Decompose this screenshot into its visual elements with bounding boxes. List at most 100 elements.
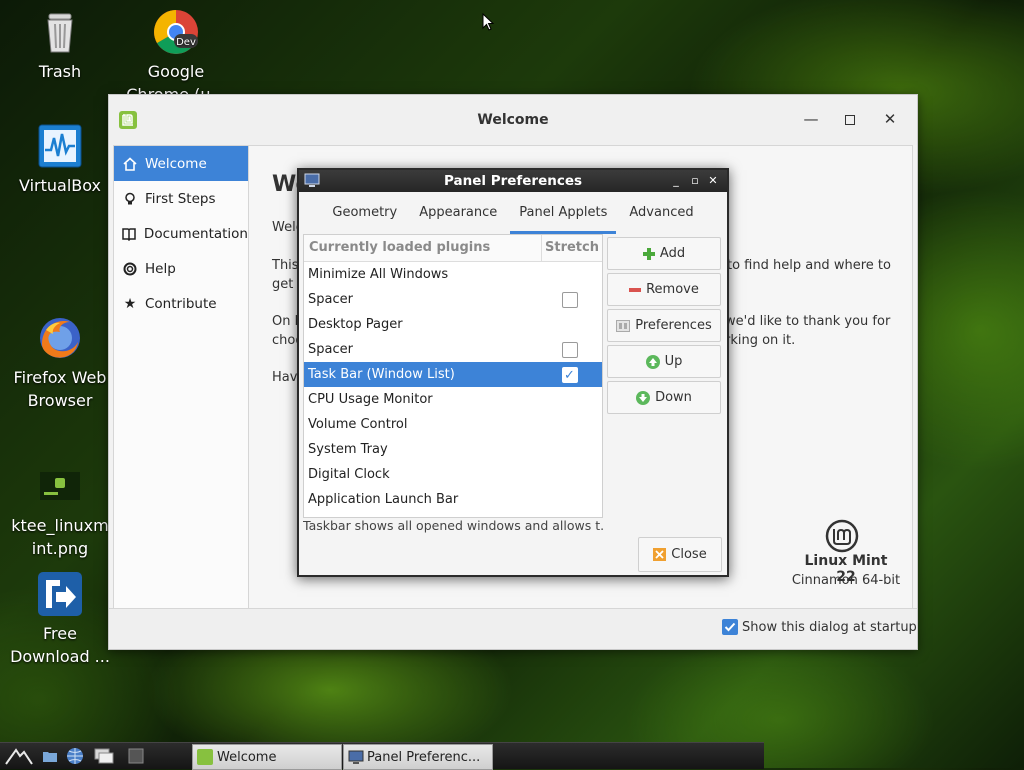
close-dialog-button[interactable]: Close: [638, 537, 722, 572]
lightbulb-icon: [122, 191, 138, 207]
plugin-name: Spacer: [308, 342, 353, 357]
plugins-list-header: Currently loaded plugins Stretch: [304, 235, 602, 262]
plugin-name: Digital Clock: [308, 467, 390, 482]
launcher-desktop[interactable]: [94, 747, 114, 769]
minimize-button[interactable]: —: [800, 108, 822, 130]
desktop-icon-label: Firefox Web Browser: [13, 368, 107, 410]
sidebar-item-label: First Steps: [145, 190, 216, 207]
taskbar-item-panel-preferences[interactable]: Panel Preferenc...: [343, 744, 493, 770]
stretch-checkbox[interactable]: [562, 342, 578, 358]
sidebar-item-contribute[interactable]: ★ Contribute: [114, 286, 248, 321]
remove-label: Remove: [646, 282, 699, 297]
taskbar-item-label: Welcome: [217, 749, 277, 765]
show-at-startup-checkbox[interactable]: Show this dialog at startup: [722, 619, 917, 635]
linux-mint-logo-icon: [824, 518, 860, 558]
tab-advanced[interactable]: Advanced: [618, 192, 704, 234]
lifebuoy-icon: [122, 261, 138, 277]
sidebar-item-documentation[interactable]: Documentation: [114, 216, 248, 251]
list-item[interactable]: System Tray: [304, 437, 602, 462]
welcome-paragraph: to find help and where to: [727, 258, 891, 273]
plugin-name: CPU Usage Monitor: [308, 392, 433, 407]
taskbar-item-welcome[interactable]: Welcome: [192, 744, 342, 770]
list-item[interactable]: Desktop Pager: [304, 312, 602, 337]
dialog-maximize-button[interactable]: ▫: [687, 172, 703, 190]
folder-icon: [43, 752, 57, 762]
welcome-paragraph: we'd like to thank you for: [725, 314, 891, 329]
mouse-pointer-icon: [482, 13, 494, 31]
checkbox-checked-icon: [722, 619, 738, 635]
list-item[interactable]: Minimize All Windows: [304, 262, 602, 287]
desktop-icon-trash[interactable]: Trash: [5, 8, 115, 83]
preferences-icon: [616, 319, 631, 332]
column-header-stretch[interactable]: Stretch: [542, 235, 602, 261]
tab-panel-applets[interactable]: Panel Applets: [508, 192, 618, 234]
desktop-icon-label: VirtualBox: [18, 176, 102, 195]
desktop-icon-chrome[interactable]: Dev Google Chrome (u...: [121, 8, 231, 96]
list-item[interactable]: Digital Clock: [304, 462, 602, 487]
launcher-folder[interactable]: [42, 748, 58, 768]
brand-edition: Cinnamon 64-bit: [791, 573, 901, 588]
desktop-icon-fdm[interactable]: Free Download ...: [5, 570, 115, 668]
launcher-browser[interactable]: [66, 747, 84, 769]
book-icon: [122, 226, 137, 242]
home-icon: [122, 156, 138, 172]
welcome-paragraph: This: [272, 258, 299, 273]
remove-icon: [629, 284, 642, 296]
window-title: Welcome: [477, 112, 549, 128]
plugin-name: Desktop Pager: [308, 317, 403, 332]
sidebar-item-label: Contribute: [145, 295, 217, 312]
up-button[interactable]: Up: [607, 345, 721, 378]
list-item[interactable]: Spacer: [304, 337, 602, 362]
down-button[interactable]: Down: [607, 381, 721, 414]
list-item[interactable]: Volume Control: [304, 412, 602, 437]
firefox-icon: [36, 314, 84, 362]
close-label: Close: [671, 547, 707, 562]
desktop-icon-virtualbox[interactable]: VirtualBox: [5, 122, 115, 197]
arrow-down-icon: [636, 390, 651, 405]
list-item-selected[interactable]: Task Bar (Window List): [304, 362, 602, 388]
add-button[interactable]: Add: [607, 237, 721, 270]
remove-button[interactable]: Remove: [607, 273, 721, 306]
desktop-icon-firefox[interactable]: Firefox Web Browser: [5, 314, 115, 412]
start-menu-button[interactable]: [4, 746, 34, 770]
list-item[interactable]: Spacer: [304, 287, 602, 312]
minimize-icon: —: [803, 110, 819, 128]
taskbar: Welcome Panel Preferenc...: [0, 742, 764, 770]
maximize-icon: ▫: [691, 174, 699, 187]
terminal-icon: [128, 748, 144, 764]
arrow-up-icon: [645, 354, 660, 369]
desktop-icon-image[interactable]: ktee_linuxmint.png: [5, 462, 115, 560]
show-desktop-icon: [94, 748, 114, 764]
add-label: Add: [659, 246, 686, 261]
launcher-terminal[interactable]: [128, 748, 144, 768]
sidebar-item-label: Documentation: [143, 225, 248, 242]
dialog-title: Panel Preferences: [443, 173, 583, 189]
stretch-checkbox[interactable]: [562, 292, 578, 308]
virtualbox-icon: [36, 122, 84, 170]
list-item[interactable]: Application Launch Bar: [304, 487, 602, 512]
tab-appearance[interactable]: Appearance: [408, 192, 508, 234]
sidebar-item-first-steps[interactable]: First Steps: [114, 181, 248, 216]
sidebar-item-label: Help: [145, 260, 176, 277]
close-button[interactable]: ✕: [879, 108, 901, 130]
up-label: Up: [664, 354, 683, 369]
column-header-plugins[interactable]: Currently loaded plugins: [304, 235, 542, 261]
welcome-paragraph: Hav: [272, 370, 298, 385]
dialog-tabs: Geometry Appearance Panel Applets Advanc…: [299, 192, 727, 234]
dialog-titlebar[interactable]: Panel Preferences _ ▫ ✕: [299, 170, 727, 192]
list-item[interactable]: CPU Usage Monitor: [304, 387, 602, 412]
stretch-checkbox[interactable]: [562, 363, 578, 388]
sidebar-item-welcome[interactable]: Welcome: [114, 146, 248, 181]
mint-icon: [197, 749, 213, 765]
show-at-startup-label: Show this dialog at startup: [742, 619, 917, 635]
close-icon: ✕: [708, 174, 718, 187]
dialog-minimize-button[interactable]: _: [668, 172, 684, 190]
dialog-close-button[interactable]: ✕: [705, 172, 721, 190]
sidebar-item-help[interactable]: Help: [114, 251, 248, 286]
maximize-button[interactable]: [839, 108, 861, 130]
desktop-icon-label: Google Chrome (u...: [126, 62, 226, 96]
chrome-dev-icon: Dev: [152, 8, 200, 56]
tab-geometry[interactable]: Geometry: [321, 192, 408, 234]
preferences-button[interactable]: Preferences: [607, 309, 721, 342]
welcome-titlebar[interactable]: Welcome — ✕: [109, 95, 917, 145]
